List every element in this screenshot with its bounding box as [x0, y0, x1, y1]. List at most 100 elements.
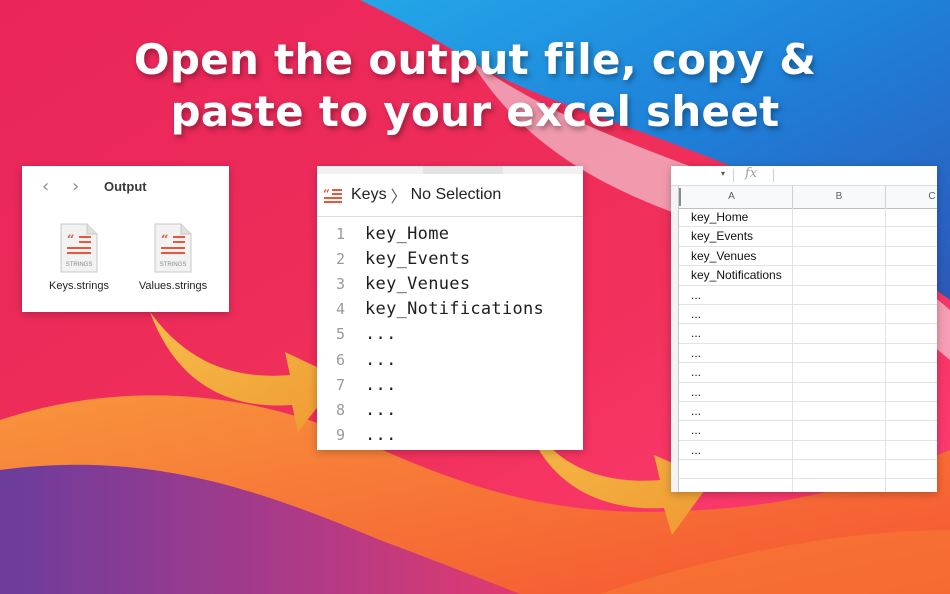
cell-c[interactable]	[886, 344, 937, 363]
cell-c[interactable]	[886, 286, 937, 305]
cell-a[interactable]	[678, 479, 793, 492]
line-number: 3	[335, 274, 345, 293]
sheet-rows: key_Home key_Events key_Venues key_Notifica…	[671, 208, 937, 492]
cell-c[interactable]	[886, 460, 937, 479]
cell-b[interactable]	[793, 304, 886, 325]
cell-a[interactable]: ...	[678, 382, 793, 402]
cell-a[interactable]: ...	[678, 421, 793, 441]
cell-b[interactable]	[793, 285, 886, 305]
cell-a[interactable]	[678, 460, 793, 480]
column-header-b[interactable]: B	[793, 186, 886, 208]
code-line[interactable]: 2 key_Events	[317, 246, 583, 271]
code-line[interactable]: 8...	[317, 397, 583, 422]
breadcrumb-file[interactable]: Keys	[351, 186, 387, 204]
cell-c[interactable]	[886, 227, 937, 246]
cell-b[interactable]	[793, 479, 886, 492]
table-row: ...	[671, 324, 937, 344]
line-number: 8	[335, 400, 345, 419]
cell-b[interactable]	[793, 401, 886, 422]
cell-a[interactable]: key_Venues	[678, 246, 793, 267]
cell-b[interactable]	[793, 421, 886, 441]
file-values-strings[interactable]: “ STRINGS Values.strings	[128, 222, 218, 292]
cell-b[interactable]	[793, 266, 886, 286]
table-row	[671, 479, 937, 492]
line-number: 2	[335, 249, 345, 268]
column-header-c[interactable]: C	[886, 186, 937, 208]
file-keys-strings[interactable]: “ STRINGS Keys.strings	[34, 222, 124, 292]
cell-c[interactable]	[886, 421, 937, 440]
column-headers: A B C	[671, 186, 937, 209]
strings-file-icon: “ STRINGS	[154, 223, 192, 273]
chevron-right-icon: 〉	[390, 187, 407, 206]
code-text: ...	[365, 324, 397, 345]
cell-a[interactable]: ...	[678, 285, 793, 305]
cell-a[interactable]: ...	[678, 343, 793, 364]
table-row: ...	[671, 440, 937, 461]
line-number: 1	[335, 224, 345, 243]
code-text: key_Notifications	[365, 299, 545, 320]
code-line[interactable]: 9...	[317, 423, 583, 448]
table-row: ...	[671, 285, 937, 305]
breadcrumb-selection[interactable]: No Selection	[411, 186, 502, 204]
table-row: key_Venues	[671, 246, 937, 267]
code-area[interactable]: 1 key_Home 2 key_Events 3 key_Venues 4 key_Noti…	[317, 221, 583, 448]
line-number: 7	[335, 375, 345, 394]
formula-bar: ▾ fx	[671, 166, 937, 186]
cell-c[interactable]	[886, 441, 937, 460]
editor-jump-bar: “ Keys 〉 No Selection	[317, 174, 583, 217]
file-name: Keys.strings	[49, 280, 109, 292]
code-line[interactable]: 3 key_Venues	[317, 271, 583, 296]
code-line[interactable]: 7...	[317, 372, 583, 397]
cell-b[interactable]	[793, 460, 886, 480]
code-text: ...	[365, 425, 397, 446]
table-row: ...	[671, 421, 937, 441]
cell-a[interactable]: key_Home	[678, 208, 793, 228]
line-number: 6	[335, 350, 345, 369]
strings-file-icon: “ STRINGS	[60, 223, 98, 273]
cell-c[interactable]	[886, 479, 937, 492]
headline-line-1: Open the output file, copy &	[133, 35, 817, 84]
cell-c[interactable]	[886, 402, 937, 421]
cell-b[interactable]	[793, 343, 886, 364]
cell-b[interactable]	[793, 246, 886, 267]
svg-text:STRINGS: STRINGS	[66, 262, 93, 268]
line-number: 5	[335, 325, 345, 344]
cell-c[interactable]	[886, 247, 937, 266]
cell-b[interactable]	[793, 363, 886, 383]
code-line[interactable]: 1 key_Home	[317, 221, 583, 246]
cell-a[interactable]: key_Events	[678, 227, 793, 247]
chevron-left-icon[interactable]: ‹	[42, 176, 72, 197]
cell-b[interactable]	[793, 227, 886, 247]
editor-window: “ Keys 〉 No Selection 1 key_Home 2 key_Even…	[317, 166, 583, 450]
row-gutter	[671, 186, 679, 492]
column-header-a[interactable]: A	[671, 186, 793, 208]
cell-b[interactable]	[793, 208, 886, 228]
cell-c[interactable]	[886, 208, 937, 227]
cell-c[interactable]	[886, 305, 937, 324]
code-line[interactable]: 5...	[317, 322, 583, 347]
code-text: key_Home	[365, 223, 450, 244]
editor-tab-bar	[317, 166, 583, 174]
cell-c[interactable]	[886, 383, 937, 402]
name-box-dropdown-icon[interactable]: ▾	[721, 169, 725, 178]
table-row: ...	[671, 343, 937, 364]
cell-a[interactable]: ...	[678, 363, 793, 383]
table-row: ...	[671, 401, 937, 422]
cell-c[interactable]	[886, 324, 937, 343]
svg-text:“: “	[161, 233, 168, 248]
cell-a[interactable]: ...	[678, 304, 793, 325]
cell-b[interactable]	[793, 440, 886, 461]
line-number: 9	[335, 426, 345, 445]
cell-a[interactable]: ...	[678, 324, 793, 344]
cell-b[interactable]	[793, 324, 886, 344]
cell-c[interactable]	[886, 363, 937, 382]
chevron-right-icon[interactable]: ›	[72, 176, 102, 197]
cell-c[interactable]	[886, 266, 937, 285]
cell-a[interactable]: ...	[678, 401, 793, 422]
code-line[interactable]: 6...	[317, 347, 583, 372]
cell-a[interactable]: key_Notifications	[678, 266, 793, 286]
cell-b[interactable]	[793, 382, 886, 402]
code-line[interactable]: 4 key_Notifications	[317, 297, 583, 322]
svg-text:“: “	[67, 233, 74, 248]
cell-a[interactable]: ...	[678, 440, 793, 461]
